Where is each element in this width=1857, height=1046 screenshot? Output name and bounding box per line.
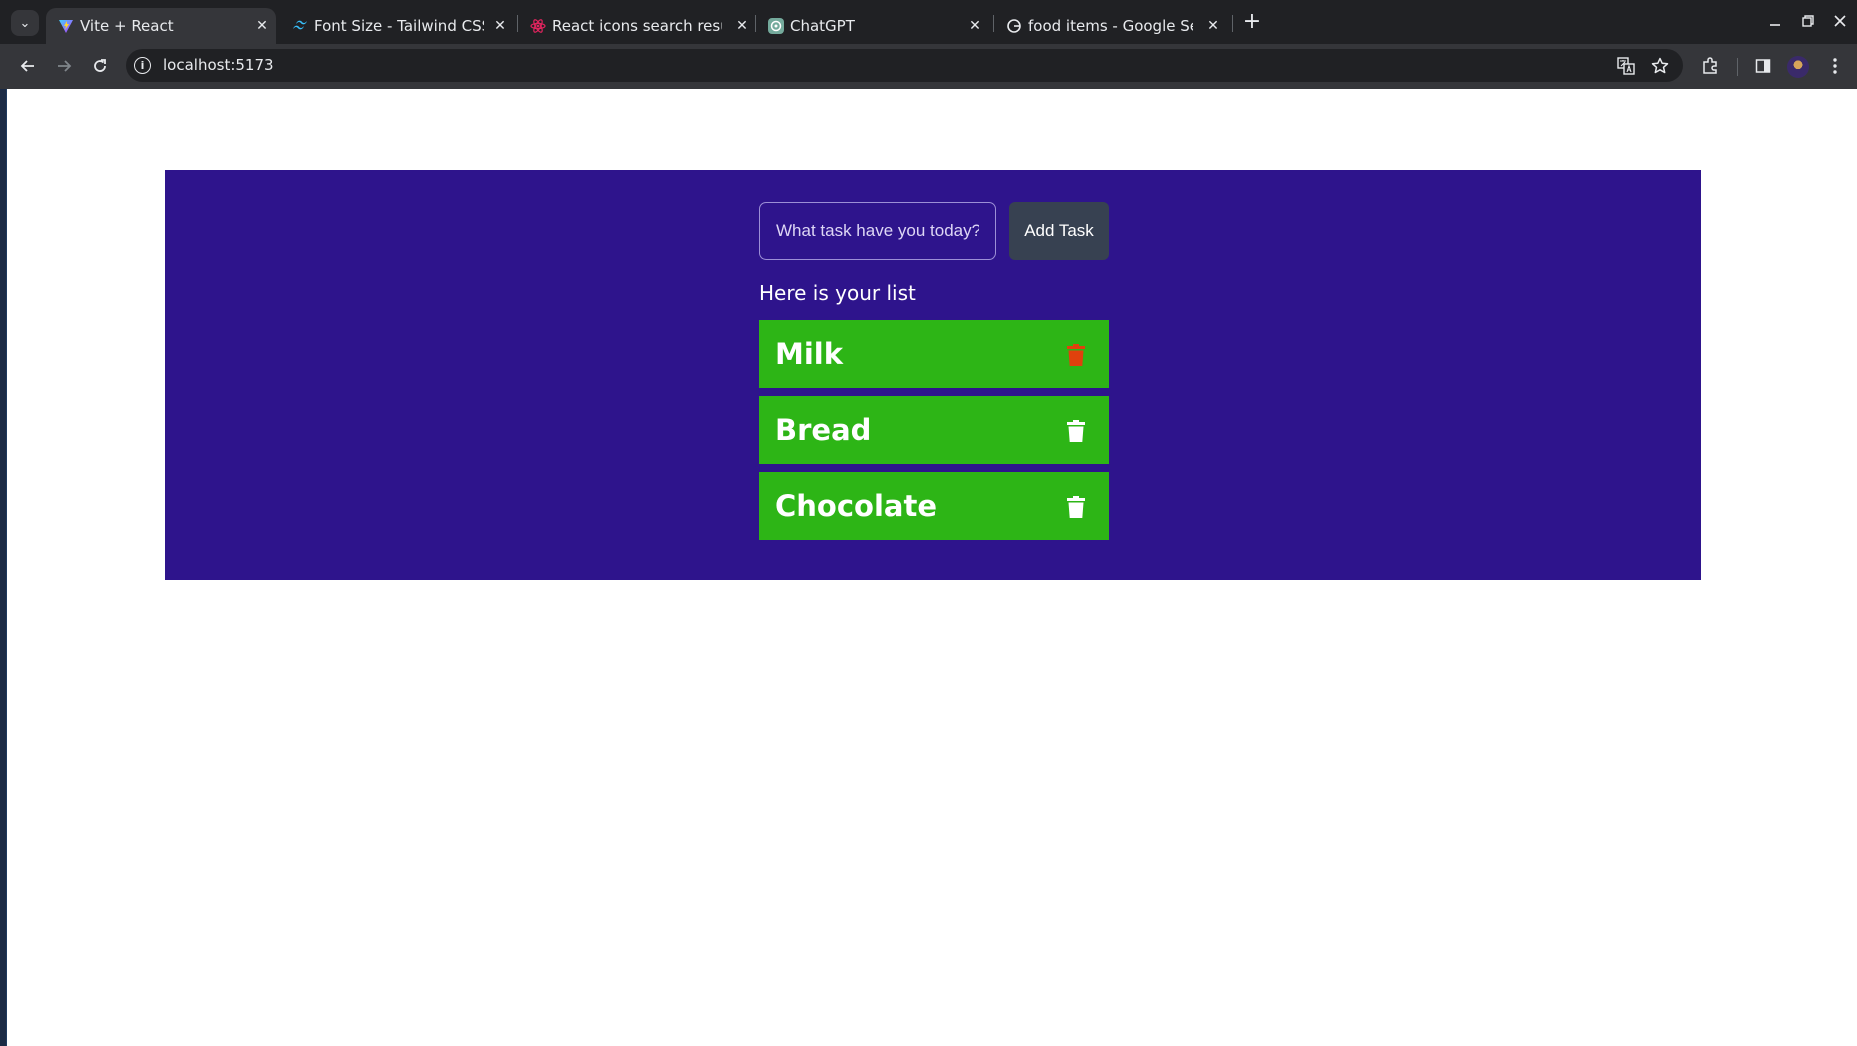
trash-icon[interactable] (1066, 419, 1086, 443)
reload-icon (94, 59, 106, 72)
forward-button[interactable] (49, 51, 79, 81)
reload-button[interactable] (85, 51, 115, 81)
browser-toolbar: i localhost:5173 (0, 44, 1857, 89)
task-input[interactable] (759, 202, 996, 260)
minimize-icon[interactable] (1764, 10, 1786, 32)
tab-title: food items - Google Sear (1028, 17, 1193, 35)
trash-icon[interactable] (1066, 495, 1086, 519)
close-icon[interactable]: ✕ (1205, 17, 1221, 35)
tab-react-icons[interactable]: React icons search result ✕ (518, 8, 754, 44)
arrow-right-icon (58, 60, 72, 72)
translate-icon[interactable] (1615, 55, 1637, 77)
tab-strip: ⌄ Vite + React ✕ Font Size - Tailwind CS… (0, 0, 1857, 44)
toolbar-divider (1737, 58, 1738, 76)
react-icon (530, 18, 546, 34)
tab-google-search[interactable]: food items - Google Sear ✕ (994, 8, 1230, 44)
trash-icon[interactable] (1066, 343, 1086, 367)
address-bar[interactable]: i localhost:5173 (126, 49, 1683, 82)
task-label: Bread (775, 413, 872, 447)
task-item: Milk (759, 320, 1109, 388)
more-menu-icon[interactable] (1823, 54, 1847, 78)
tailwind-icon (292, 18, 308, 34)
vite-icon (58, 18, 74, 34)
tab-title: React icons search result (552, 17, 722, 35)
task-label: Milk (775, 337, 844, 371)
add-task-button[interactable]: Add Task (1009, 202, 1109, 260)
back-button[interactable] (13, 51, 43, 81)
new-tab-button[interactable]: + (1241, 11, 1263, 33)
tab-tailwind[interactable]: Font Size - Tailwind CSS ✕ (280, 8, 510, 44)
todo-app-panel: Add Task Here is your list Milk Bread Ch… (165, 170, 1701, 580)
tab-vite-react[interactable]: Vite + React ✕ (46, 8, 276, 44)
extensions-icon[interactable] (1698, 54, 1722, 78)
task-item: Chocolate (759, 472, 1109, 540)
side-panel-icon[interactable] (1751, 54, 1775, 78)
arrow-left-icon (20, 60, 34, 72)
tab-title: Font Size - Tailwind CSS (314, 17, 484, 35)
chatgpt-icon (768, 18, 784, 34)
chevron-down-icon: ⌄ (19, 15, 31, 31)
bookmark-star-icon[interactable] (1649, 55, 1671, 77)
close-icon[interactable]: ✕ (967, 17, 983, 35)
task-label: Chocolate (775, 489, 938, 523)
site-info-icon[interactable]: i (134, 57, 151, 74)
tab-divider (1232, 15, 1233, 32)
page-viewport: Add Task Here is your list Milk Bread Ch… (6, 89, 1857, 1046)
close-window-icon[interactable] (1829, 10, 1851, 32)
tab-title: Vite + React (80, 17, 174, 35)
tab-title: ChatGPT (790, 17, 855, 35)
url-text[interactable]: localhost:5173 (163, 56, 274, 74)
restore-icon[interactable] (1797, 10, 1819, 32)
close-icon[interactable]: ✕ (254, 17, 270, 35)
profile-avatar[interactable] (1787, 56, 1809, 78)
task-item: Bread (759, 396, 1109, 464)
list-heading: Here is your list (759, 281, 916, 305)
tab-search-button[interactable]: ⌄ (11, 10, 39, 36)
google-icon (1006, 18, 1022, 34)
close-icon[interactable]: ✕ (734, 17, 750, 35)
tab-chatgpt[interactable]: ChatGPT ✕ (756, 8, 992, 44)
close-icon[interactable]: ✕ (492, 17, 508, 35)
